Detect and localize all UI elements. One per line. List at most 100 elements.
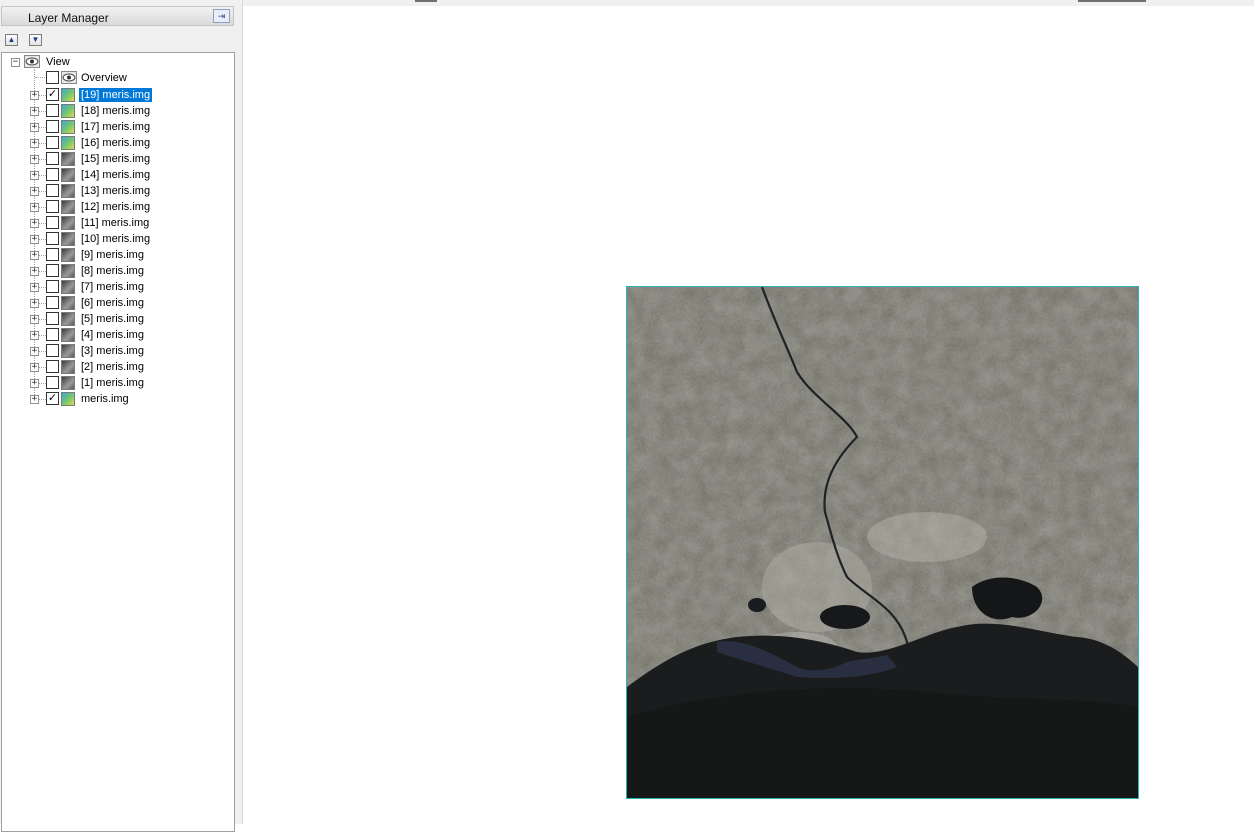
expand-toggle[interactable]: + <box>30 331 39 340</box>
layer-tree[interactable]: − View Overview + ✓ [19] meris.img + [18] me… <box>1 52 235 832</box>
tree-connector <box>39 159 46 160</box>
tree-connector <box>39 95 46 96</box>
layer-visibility-checkbox[interactable] <box>46 296 59 309</box>
tree-connector <box>39 223 46 224</box>
layer-label[interactable]: [18] meris.img <box>79 104 152 118</box>
expand-toggle[interactable]: + <box>30 107 39 116</box>
layer-label[interactable]: [1] meris.img <box>79 376 146 390</box>
strip-mark <box>415 0 437 2</box>
layer-label[interactable]: [4] meris.img <box>79 328 146 342</box>
layer-row[interactable]: + [17] meris.img <box>2 119 232 135</box>
tree-connector <box>39 111 46 112</box>
layer-row[interactable]: + [5] meris.img <box>2 311 232 327</box>
layer-visibility-checkbox[interactable]: ✓ <box>46 392 59 405</box>
arrow-up-icon: ▲ <box>7 35 16 44</box>
layer-row[interactable]: + [7] meris.img <box>2 279 232 295</box>
layer-label[interactable]: [5] meris.img <box>79 312 146 326</box>
expand-toggle[interactable]: + <box>30 171 39 180</box>
collapse-toggle[interactable]: − <box>11 58 20 67</box>
layer-visibility-checkbox[interactable] <box>46 200 59 213</box>
overview-checkbox[interactable] <box>46 71 59 84</box>
expand-toggle[interactable]: + <box>30 91 39 100</box>
arrow-down-icon: ▼ <box>31 35 40 44</box>
expand-toggle[interactable]: + <box>30 315 39 324</box>
pin-icon[interactable]: ⇥ <box>213 9 230 23</box>
layer-visibility-checkbox[interactable] <box>46 344 59 357</box>
layer-row[interactable]: + [12] meris.img <box>2 199 232 215</box>
expand-toggle[interactable]: + <box>30 139 39 148</box>
layer-label[interactable]: [9] meris.img <box>79 248 146 262</box>
layer-row[interactable]: + ✓ [19] meris.img <box>2 87 232 103</box>
layer-row[interactable]: + [6] meris.img <box>2 295 232 311</box>
layer-row[interactable]: + [9] meris.img <box>2 247 232 263</box>
expand-toggle[interactable]: + <box>30 235 39 244</box>
tree-root-label[interactable]: View <box>44 55 72 69</box>
layer-label[interactable]: [7] meris.img <box>79 280 146 294</box>
layer-visibility-checkbox[interactable] <box>46 216 59 229</box>
layer-visibility-checkbox[interactable] <box>46 168 59 181</box>
layer-label[interactable]: meris.img <box>79 392 131 406</box>
layer-row[interactable]: + ✓ meris.img <box>2 391 232 407</box>
layer-label[interactable]: [8] meris.img <box>79 264 146 278</box>
layer-visibility-checkbox[interactable] <box>46 232 59 245</box>
gray-raster-icon <box>61 312 75 326</box>
expand-toggle[interactable]: + <box>30 347 39 356</box>
gray-raster-icon <box>61 216 75 230</box>
expand-toggle[interactable]: + <box>30 379 39 388</box>
layer-visibility-checkbox[interactable] <box>46 280 59 293</box>
move-layer-up-button[interactable]: ▲ <box>5 34 18 46</box>
layer-visibility-checkbox[interactable] <box>46 104 59 117</box>
layer-row[interactable]: + [4] meris.img <box>2 327 232 343</box>
layer-label[interactable]: [2] meris.img <box>79 360 146 374</box>
layer-row[interactable]: + [13] meris.img <box>2 183 232 199</box>
layer-visibility-checkbox[interactable] <box>46 376 59 389</box>
overview-label[interactable]: Overview <box>79 71 129 85</box>
layer-label[interactable]: [19] meris.img <box>79 88 153 102</box>
layer-label[interactable]: [11] meris.img <box>79 216 151 230</box>
expand-toggle[interactable]: + <box>30 363 39 372</box>
expand-toggle[interactable]: + <box>30 283 39 292</box>
expand-toggle[interactable]: + <box>30 155 39 164</box>
layer-visibility-checkbox[interactable] <box>46 152 59 165</box>
layer-label[interactable]: [14] meris.img <box>79 168 152 182</box>
layer-visibility-checkbox[interactable] <box>46 184 59 197</box>
layer-label[interactable]: [12] meris.img <box>79 200 152 214</box>
layer-visibility-checkbox[interactable] <box>46 312 59 325</box>
layer-label[interactable]: [15] meris.img <box>79 152 152 166</box>
layer-row[interactable]: + [11] meris.img <box>2 215 232 231</box>
layer-row[interactable]: + [10] meris.img <box>2 231 232 247</box>
layer-row[interactable]: + [8] meris.img <box>2 263 232 279</box>
layer-label[interactable]: [13] meris.img <box>79 184 152 198</box>
layer-label[interactable]: [3] meris.img <box>79 344 146 358</box>
expand-toggle[interactable]: + <box>30 267 39 276</box>
layer-row[interactable]: + [16] meris.img <box>2 135 232 151</box>
layer-visibility-checkbox[interactable] <box>46 120 59 133</box>
expand-toggle[interactable]: + <box>30 299 39 308</box>
layer-visibility-checkbox[interactable] <box>46 360 59 373</box>
layer-visibility-checkbox[interactable]: ✓ <box>46 88 59 101</box>
expand-toggle[interactable]: + <box>30 219 39 228</box>
layer-row[interactable]: + [1] meris.img <box>2 375 232 391</box>
layer-label[interactable]: [16] meris.img <box>79 136 152 150</box>
layer-visibility-checkbox[interactable] <box>46 248 59 261</box>
expand-toggle[interactable]: + <box>30 123 39 132</box>
expand-toggle[interactable]: + <box>30 187 39 196</box>
rgb-raster-icon <box>61 136 75 150</box>
layer-visibility-checkbox[interactable] <box>46 264 59 277</box>
layer-manager-panel: Layer Manager ⇥ ▲ ▼ − View Overview + ✓ [1… <box>0 0 238 832</box>
layer-row[interactable]: + [18] meris.img <box>2 103 232 119</box>
layer-row[interactable]: + [2] meris.img <box>2 359 232 375</box>
layer-visibility-checkbox[interactable] <box>46 328 59 341</box>
layer-label[interactable]: [10] meris.img <box>79 232 152 246</box>
expand-toggle[interactable]: + <box>30 251 39 260</box>
layer-row[interactable]: + [14] meris.img <box>2 167 232 183</box>
expand-toggle[interactable]: + <box>30 395 39 404</box>
satellite-raster-image[interactable] <box>626 286 1139 799</box>
layer-row[interactable]: + [3] meris.img <box>2 343 232 359</box>
layer-label[interactable]: [17] meris.img <box>79 120 152 134</box>
move-layer-down-button[interactable]: ▼ <box>29 34 42 46</box>
layer-label[interactable]: [6] meris.img <box>79 296 146 310</box>
layer-visibility-checkbox[interactable] <box>46 136 59 149</box>
layer-row[interactable]: + [15] meris.img <box>2 151 232 167</box>
expand-toggle[interactable]: + <box>30 203 39 212</box>
